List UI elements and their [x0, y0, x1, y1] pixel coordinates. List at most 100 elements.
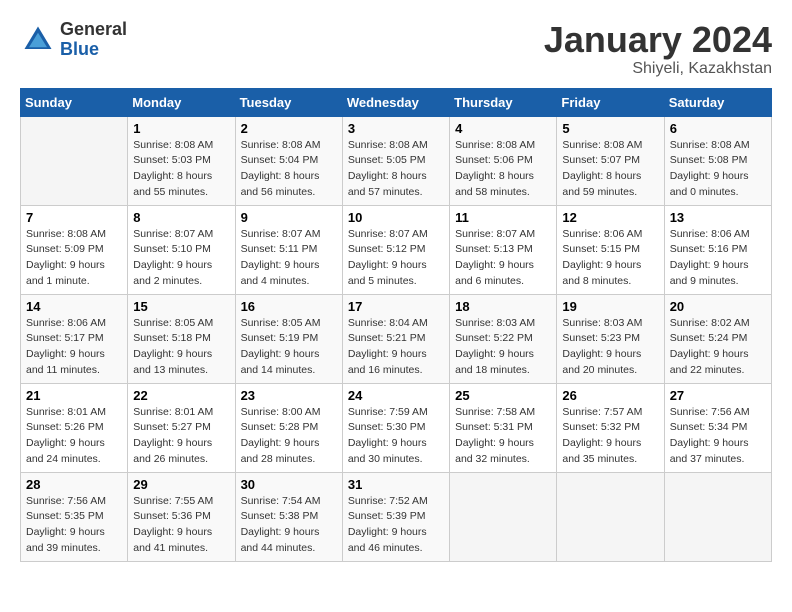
weekday-header-saturday: Saturday — [664, 88, 771, 116]
logo: General Blue — [20, 20, 127, 60]
calendar-cell: 8 Sunrise: 8:07 AMSunset: 5:10 PMDaylight… — [128, 205, 235, 294]
day-info: Sunrise: 8:03 AMSunset: 5:22 PMDaylight:… — [455, 316, 551, 379]
day-info: Sunrise: 8:06 AMSunset: 5:17 PMDaylight:… — [26, 316, 122, 379]
calendar-cell: 2Sunrise: 8:08 AMSunset: 5:04 PMDaylight… — [235, 116, 342, 205]
day-info: Sunrise: 8:08 AMSunset: 5:03 PMDaylight:… — [133, 138, 229, 201]
calendar-cell: 6 Sunrise: 8:08 AMSunset: 5:08 PMDaylight… — [664, 116, 771, 205]
calendar-cell: 12 Sunrise: 8:06 AMSunset: 5:15 PMDayligh… — [557, 205, 664, 294]
calendar-week-row: 28 Sunrise: 7:56 AMSunset: 5:35 PMDayligh… — [21, 472, 772, 561]
day-number: 20 — [670, 299, 766, 314]
day-number: 31 — [348, 477, 444, 492]
day-number: 4 — [455, 121, 551, 136]
calendar-cell: 1Sunrise: 8:08 AMSunset: 5:03 PMDaylight… — [128, 116, 235, 205]
weekday-header-thursday: Thursday — [450, 88, 557, 116]
calendar-table: SundayMondayTuesdayWednesdayThursdayFrid… — [20, 88, 772, 562]
day-info: Sunrise: 7:57 AMSunset: 5:32 PMDaylight:… — [562, 405, 658, 468]
day-number: 19 — [562, 299, 658, 314]
calendar-cell: 22 Sunrise: 8:01 AMSunset: 5:27 PMDayligh… — [128, 383, 235, 472]
day-info: Sunrise: 8:07 AMSunset: 5:11 PMDaylight:… — [241, 227, 337, 290]
calendar-week-row: 7 Sunrise: 8:08 AMSunset: 5:09 PMDaylight… — [21, 205, 772, 294]
day-info: Sunrise: 8:01 AMSunset: 5:27 PMDaylight:… — [133, 405, 229, 468]
calendar-cell: 31Sunrise: 7:52 AMSunset: 5:39 PMDayligh… — [342, 472, 449, 561]
day-info: Sunrise: 8:01 AMSunset: 5:26 PMDaylight:… — [26, 405, 122, 468]
day-number: 29 — [133, 477, 229, 492]
day-info: Sunrise: 7:56 AMSunset: 5:34 PMDaylight:… — [670, 405, 766, 468]
day-info: Sunrise: 8:08 AMSunset: 5:09 PMDaylight:… — [26, 227, 122, 290]
day-number: 7 — [26, 210, 122, 225]
day-number: 24 — [348, 388, 444, 403]
day-info: Sunrise: 8:07 AMSunset: 5:10 PMDaylight:… — [133, 227, 229, 290]
day-number: 15 — [133, 299, 229, 314]
day-info: Sunrise: 7:56 AMSunset: 5:35 PMDaylight:… — [26, 494, 122, 557]
calendar-cell: 29Sunrise: 7:55 AMSunset: 5:36 PMDayligh… — [128, 472, 235, 561]
day-number: 5 — [562, 121, 658, 136]
calendar-cell: 7 Sunrise: 8:08 AMSunset: 5:09 PMDaylight… — [21, 205, 128, 294]
calendar-cell: 19 Sunrise: 8:03 AMSunset: 5:23 PMDayligh… — [557, 294, 664, 383]
day-number: 21 — [26, 388, 122, 403]
calendar-cell: 28 Sunrise: 7:56 AMSunset: 5:35 PMDayligh… — [21, 472, 128, 561]
day-number: 10 — [348, 210, 444, 225]
calendar-cell: 25 Sunrise: 7:58 AMSunset: 5:31 PMDayligh… — [450, 383, 557, 472]
calendar-cell: 23Sunrise: 8:00 AMSunset: 5:28 PMDayligh… — [235, 383, 342, 472]
logo-text: General Blue — [60, 20, 127, 60]
day-info: Sunrise: 8:08 AMSunset: 5:06 PMDaylight:… — [455, 138, 551, 201]
day-number: 23 — [241, 388, 337, 403]
calendar-cell: 10 Sunrise: 8:07 AMSunset: 5:12 PMDayligh… — [342, 205, 449, 294]
calendar-cell: 18 Sunrise: 8:03 AMSunset: 5:22 PMDayligh… — [450, 294, 557, 383]
day-number: 17 — [348, 299, 444, 314]
day-number: 6 — [670, 121, 766, 136]
logo-icon — [20, 22, 56, 58]
calendar-cell: 14Sunrise: 8:06 AMSunset: 5:17 PMDayligh… — [21, 294, 128, 383]
weekday-header-friday: Friday — [557, 88, 664, 116]
day-number: 12 — [562, 210, 658, 225]
weekday-header-wednesday: Wednesday — [342, 88, 449, 116]
day-number: 26 — [562, 388, 658, 403]
calendar-cell: 4 Sunrise: 8:08 AMSunset: 5:06 PMDaylight… — [450, 116, 557, 205]
day-info: Sunrise: 8:08 AMSunset: 5:04 PMDaylight:… — [241, 138, 337, 201]
day-info: Sunrise: 7:58 AMSunset: 5:31 PMDaylight:… — [455, 405, 551, 468]
day-number: 11 — [455, 210, 551, 225]
day-number: 25 — [455, 388, 551, 403]
day-number: 3 — [348, 121, 444, 136]
day-number: 18 — [455, 299, 551, 314]
calendar-cell: 21 Sunrise: 8:01 AMSunset: 5:26 PMDayligh… — [21, 383, 128, 472]
month-title: January 2024 — [544, 20, 772, 60]
weekday-header-sunday: Sunday — [21, 88, 128, 116]
day-number: 13 — [670, 210, 766, 225]
day-info: Sunrise: 8:06 AMSunset: 5:15 PMDaylight:… — [562, 227, 658, 290]
day-info: Sunrise: 8:04 AMSunset: 5:21 PMDaylight:… — [348, 316, 444, 379]
calendar-cell: 11 Sunrise: 8:07 AMSunset: 5:13 PMDayligh… — [450, 205, 557, 294]
calendar-cell: 5Sunrise: 8:08 AMSunset: 5:07 PMDaylight… — [557, 116, 664, 205]
calendar-cell — [664, 472, 771, 561]
day-info: Sunrise: 8:07 AMSunset: 5:13 PMDaylight:… — [455, 227, 551, 290]
day-number: 9 — [241, 210, 337, 225]
day-info: Sunrise: 7:54 AMSunset: 5:38 PMDaylight:… — [241, 494, 337, 557]
calendar-cell — [557, 472, 664, 561]
calendar-cell: 16Sunrise: 8:05 AMSunset: 5:19 PMDayligh… — [235, 294, 342, 383]
day-number: 8 — [133, 210, 229, 225]
day-info: Sunrise: 8:08 AMSunset: 5:08 PMDaylight:… — [670, 138, 766, 201]
calendar-week-row: 21 Sunrise: 8:01 AMSunset: 5:26 PMDayligh… — [21, 383, 772, 472]
location: Shiyeli, Kazakhstan — [544, 60, 772, 78]
calendar-week-row: 14Sunrise: 8:06 AMSunset: 5:17 PMDayligh… — [21, 294, 772, 383]
day-number: 27 — [670, 388, 766, 403]
calendar-cell: 3Sunrise: 8:08 AMSunset: 5:05 PMDaylight… — [342, 116, 449, 205]
day-number: 28 — [26, 477, 122, 492]
calendar-cell — [21, 116, 128, 205]
page-header: General Blue January 2024 Shiyeli, Kazak… — [20, 20, 772, 78]
calendar-cell: 15 Sunrise: 8:05 AMSunset: 5:18 PMDayligh… — [128, 294, 235, 383]
day-info: Sunrise: 8:05 AMSunset: 5:18 PMDaylight:… — [133, 316, 229, 379]
day-number: 16 — [241, 299, 337, 314]
calendar-cell: 17 Sunrise: 8:04 AMSunset: 5:21 PMDayligh… — [342, 294, 449, 383]
calendar-cell: 9 Sunrise: 8:07 AMSunset: 5:11 PMDaylight… — [235, 205, 342, 294]
calendar-cell: 20 Sunrise: 8:02 AMSunset: 5:24 PMDayligh… — [664, 294, 771, 383]
day-info: Sunrise: 8:02 AMSunset: 5:24 PMDaylight:… — [670, 316, 766, 379]
day-info: Sunrise: 8:07 AMSunset: 5:12 PMDaylight:… — [348, 227, 444, 290]
day-number: 22 — [133, 388, 229, 403]
calendar-cell: 30Sunrise: 7:54 AMSunset: 5:38 PMDayligh… — [235, 472, 342, 561]
logo-general: General — [60, 19, 127, 39]
logo-blue: Blue — [60, 39, 99, 59]
day-info: Sunrise: 8:03 AMSunset: 5:23 PMDaylight:… — [562, 316, 658, 379]
calendar-cell — [450, 472, 557, 561]
day-info: Sunrise: 8:06 AMSunset: 5:16 PMDaylight:… — [670, 227, 766, 290]
